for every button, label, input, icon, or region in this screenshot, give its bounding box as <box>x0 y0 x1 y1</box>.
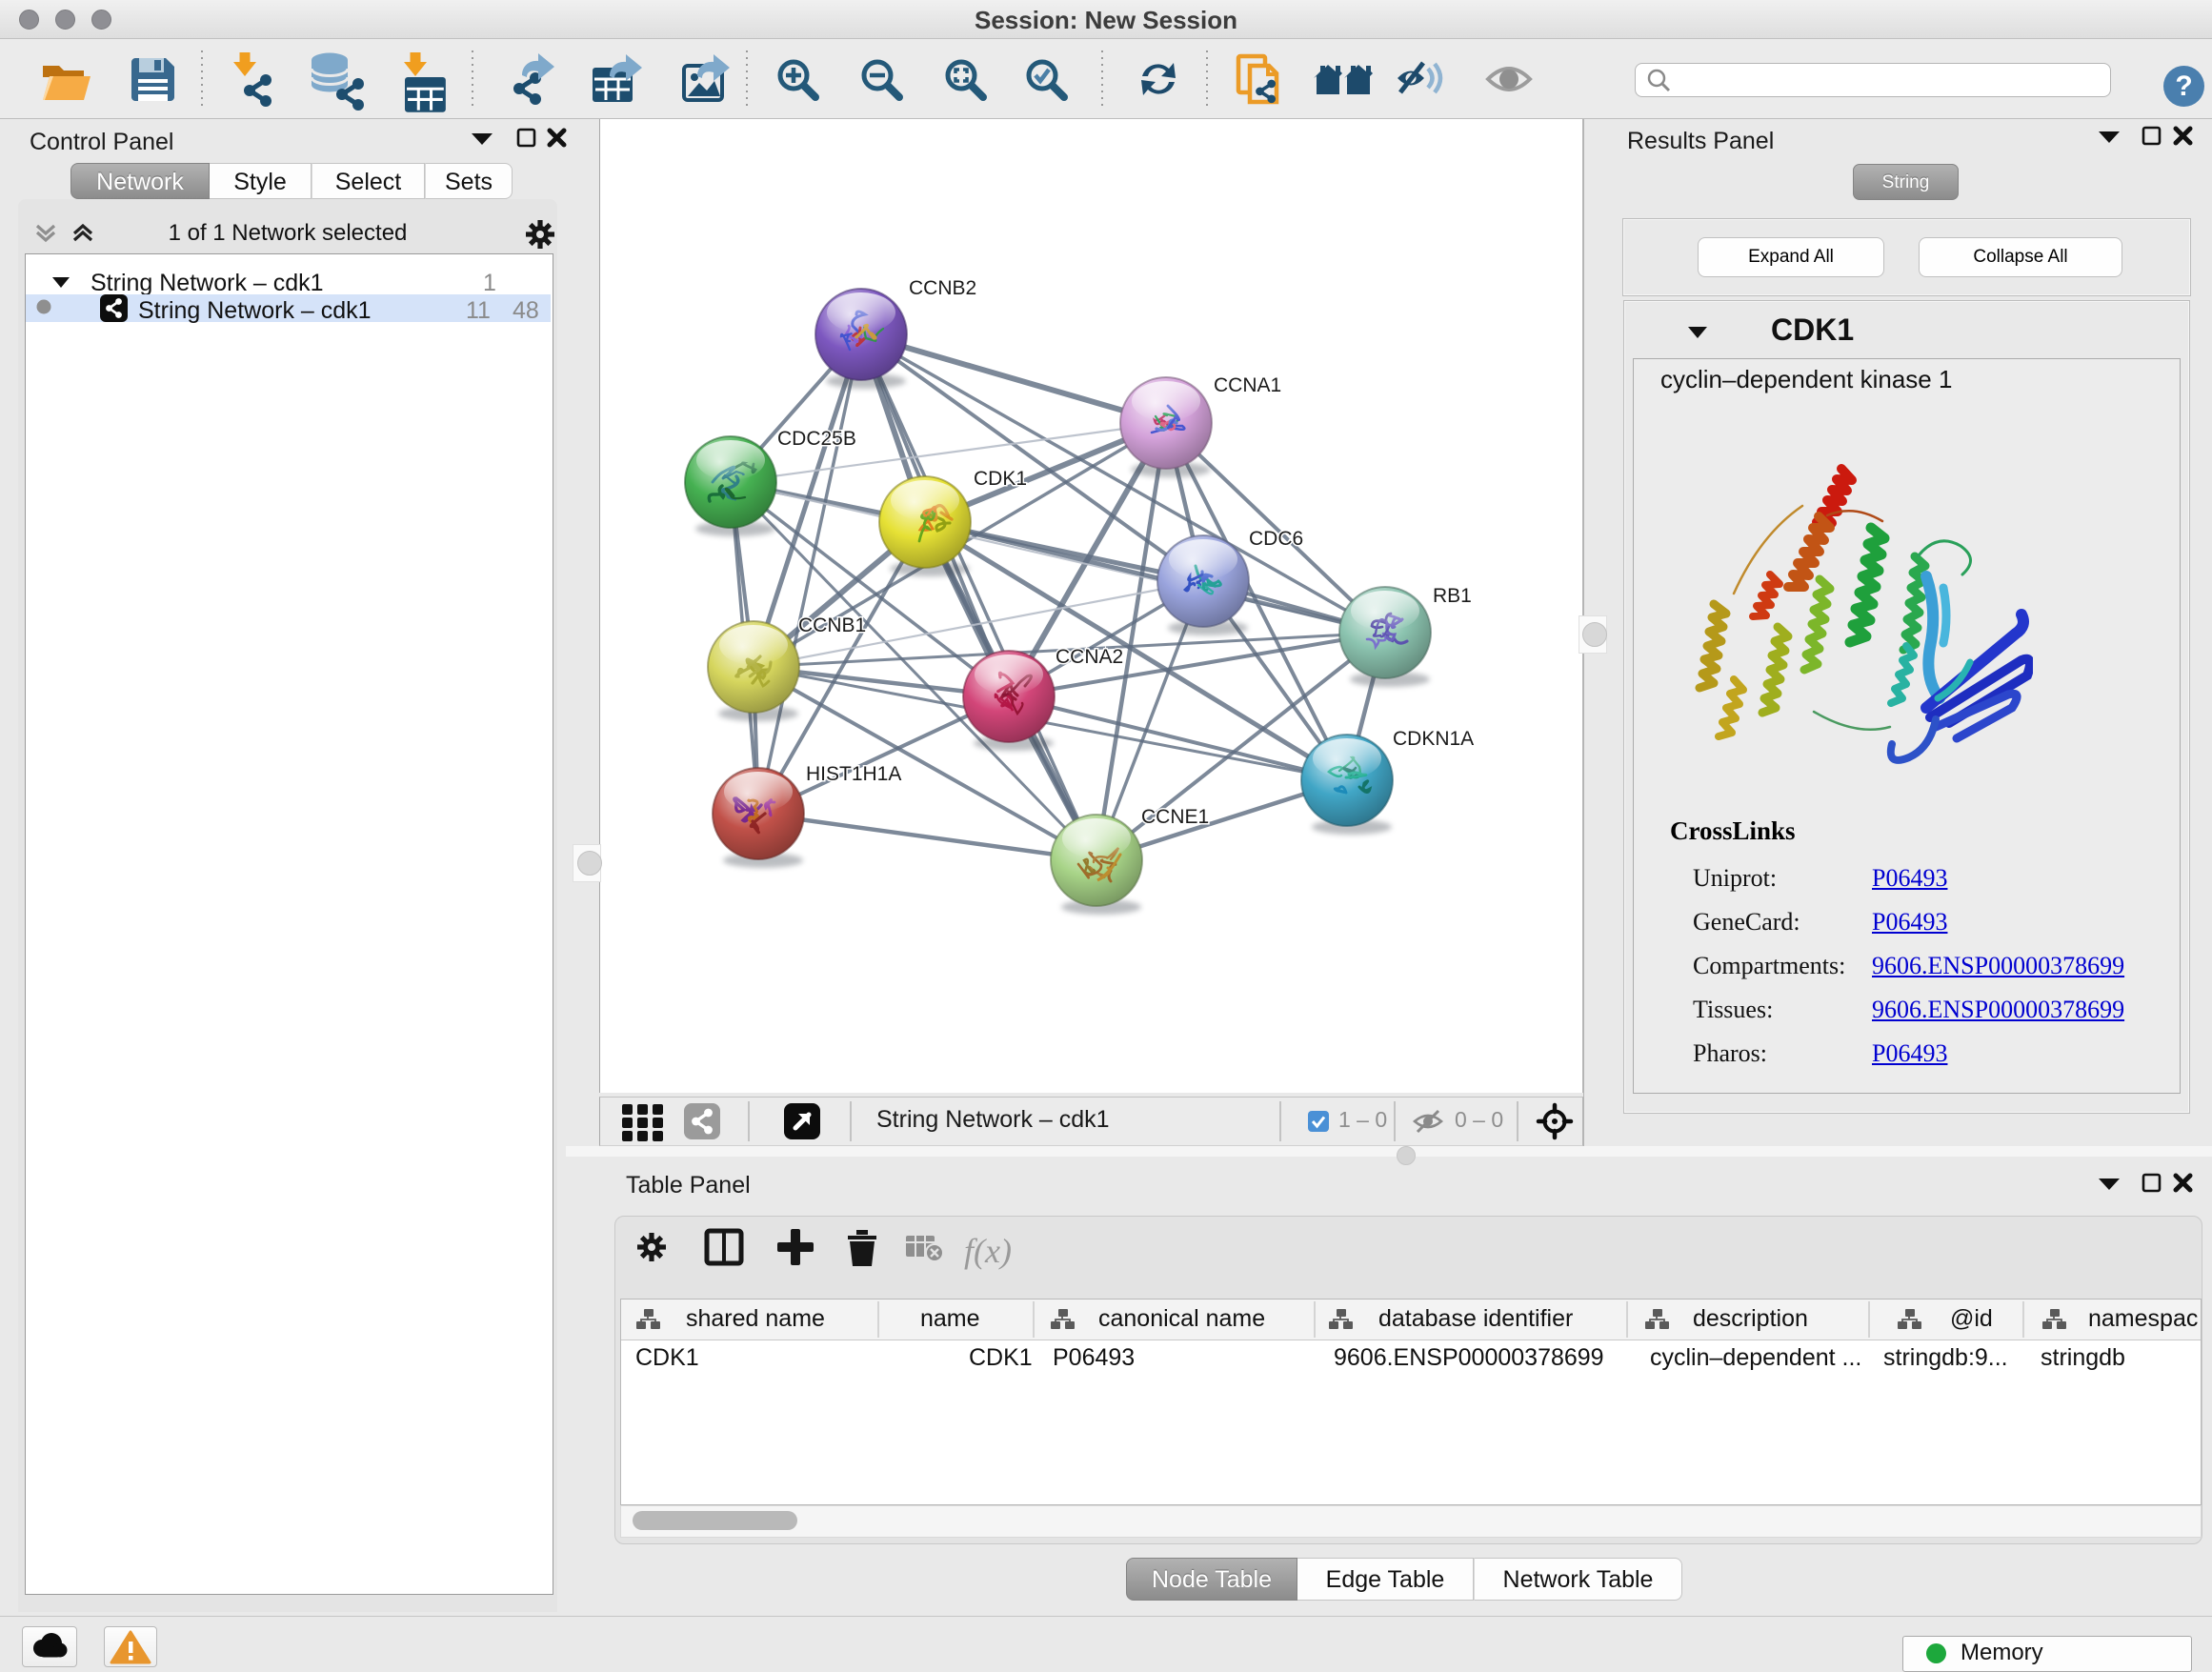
svg-text:RB1: RB1 <box>1433 585 1472 607</box>
svg-text:CDK1: CDK1 <box>974 468 1027 490</box>
svg-text:CCNE1: CCNE1 <box>1141 806 1209 828</box>
svg-text:CCNB1: CCNB1 <box>798 614 866 636</box>
svg-text:CCNB2: CCNB2 <box>909 277 976 299</box>
svg-text:HIST1H1A: HIST1H1A <box>806 763 901 785</box>
svg-text:CCNA2: CCNA2 <box>1056 646 1123 668</box>
svg-text:CDC6: CDC6 <box>1249 528 1303 550</box>
svg-text:CDKN1A: CDKN1A <box>1393 728 1474 750</box>
svg-text:f(x): f(x) <box>964 1232 1012 1270</box>
svg-text:CCNA1: CCNA1 <box>1214 374 1281 396</box>
svg-text:CDC25B: CDC25B <box>777 428 856 450</box>
